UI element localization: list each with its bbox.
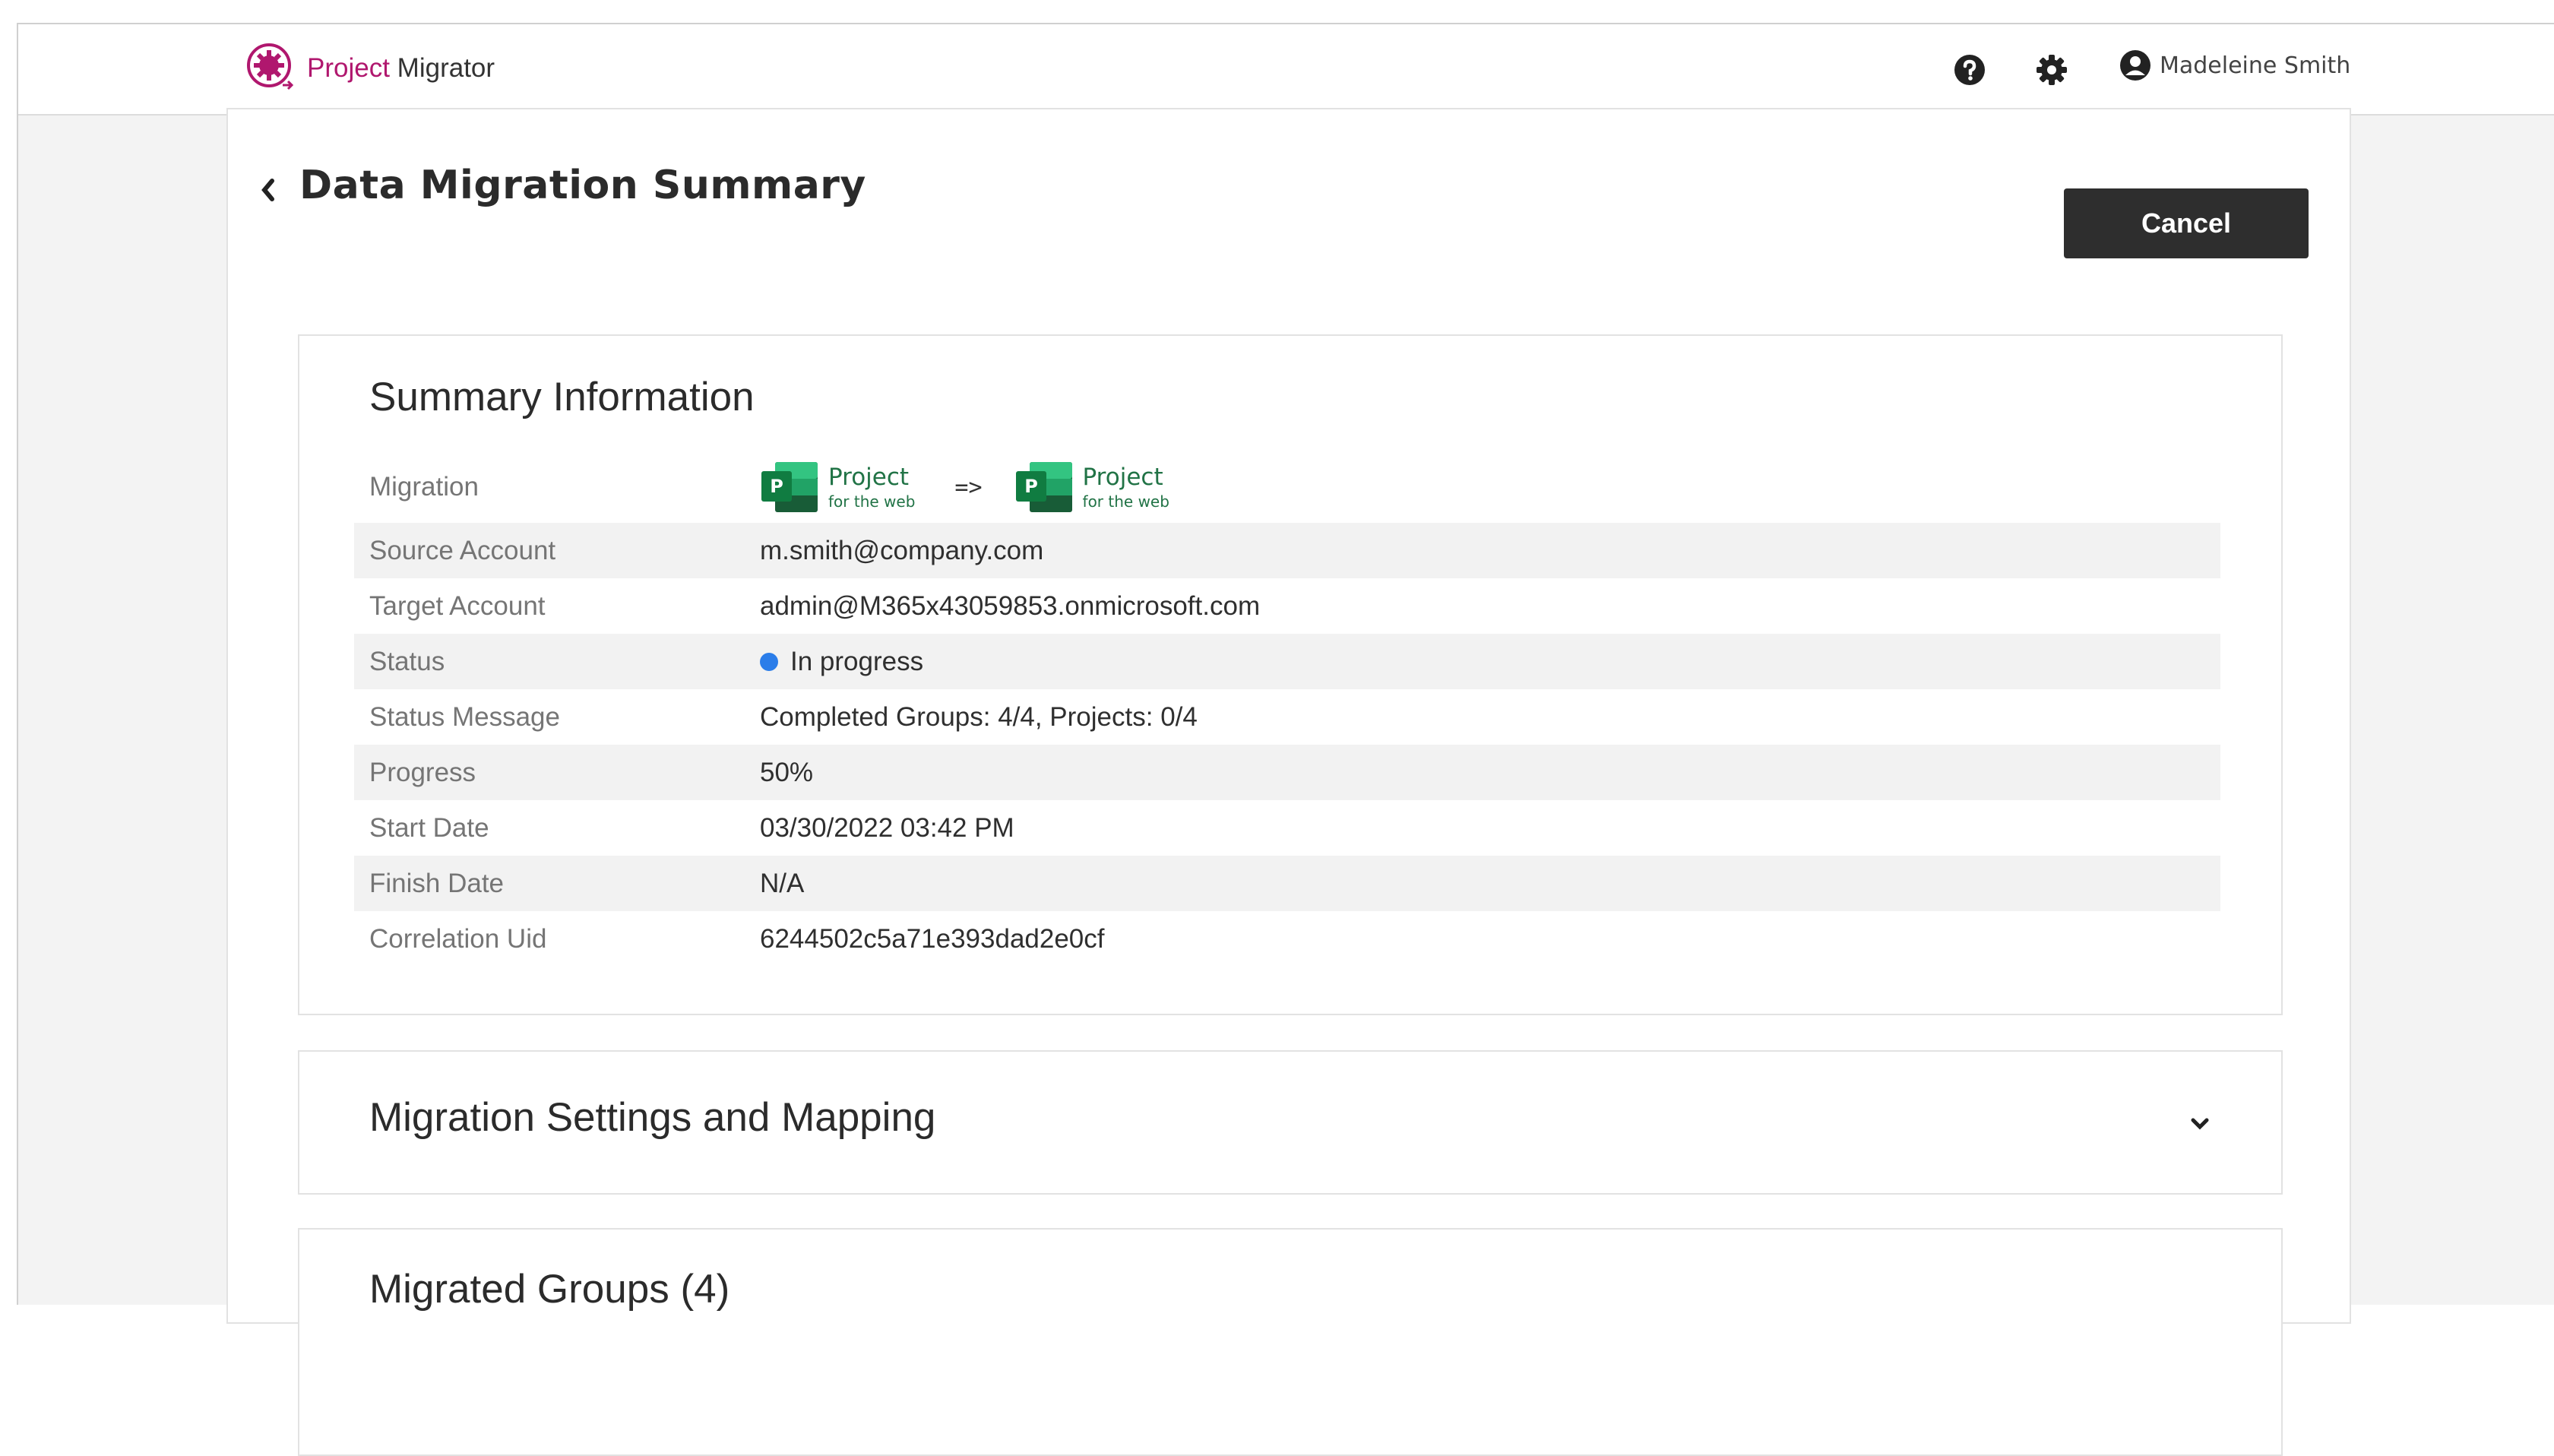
row-label: Source Account xyxy=(369,535,556,565)
row-value: 6244502c5a71e393dad2e0cf xyxy=(760,923,1105,954)
brand-project: Project xyxy=(307,53,390,83)
row-label: Status xyxy=(369,646,445,676)
user-menu[interactable]: Madeleine Smith xyxy=(2119,49,2350,82)
project-logo-icon: P xyxy=(1015,462,1072,512)
svg-text:P: P xyxy=(1024,476,1038,497)
start-date-row: Start Date 03/30/2022 03:42 PM xyxy=(354,800,2220,856)
target-product-name: Project xyxy=(1082,463,1163,491)
brand-migrator: Migrator xyxy=(397,53,495,83)
status-text: In progress xyxy=(790,646,924,676)
cancel-button[interactable]: Cancel xyxy=(2064,188,2309,258)
migration-arrow: => xyxy=(954,473,983,501)
finish-date-row: Finish Date N/A xyxy=(354,856,2220,911)
summary-title: Summary Information xyxy=(369,375,755,419)
chevron-down-icon[interactable] xyxy=(2188,1114,2211,1132)
row-label: Progress xyxy=(369,757,476,787)
page-title: Data Migration Summary xyxy=(299,163,866,208)
source-product-name: Project xyxy=(828,463,910,491)
migrator-logo-icon xyxy=(247,43,294,90)
summary-panel: Summary Information Migration P Project … xyxy=(298,334,2283,1015)
top-bar: Project Migrator Madeleine Smith xyxy=(18,24,2554,116)
status-row: Status In progress xyxy=(354,634,2220,689)
row-value: 50% xyxy=(760,757,814,787)
target-product: P Project for the web xyxy=(1014,459,1169,515)
help-icon[interactable] xyxy=(1951,52,1988,88)
row-value: Completed Groups: 4/4, Projects: 0/4 xyxy=(760,701,1198,732)
row-label: Start Date xyxy=(369,812,489,843)
row-label: Target Account xyxy=(369,590,546,621)
row-label: Migration xyxy=(369,472,479,502)
project-logo-icon: P xyxy=(761,462,818,512)
chevron-left-icon[interactable] xyxy=(258,175,277,205)
app-brand: Project Migrator xyxy=(307,49,495,88)
svg-text:P: P xyxy=(770,476,783,497)
status-dot-icon xyxy=(760,652,778,671)
user-circle-icon xyxy=(2120,50,2150,81)
row-value: N/A xyxy=(760,868,805,898)
row-value: 03/30/2022 03:42 PM xyxy=(760,812,1014,843)
settings-panel[interactable]: Migration Settings and Mapping xyxy=(298,1050,2283,1195)
user-name: Madeleine Smith xyxy=(2160,52,2351,79)
main-card: Data Migration Summary Cancel Summary In… xyxy=(226,108,2351,1456)
row-label: Correlation Uid xyxy=(369,923,547,954)
source-account-row: Source Account m.smith@company.com xyxy=(354,523,2220,578)
row-value: m.smith@company.com xyxy=(760,535,1044,565)
row-value: admin@M365x43059853.onmicrosoft.com xyxy=(760,590,1261,621)
source-product: P Project for the web xyxy=(760,459,915,515)
migration-products: P Project for the web => P Project for t… xyxy=(760,459,1169,515)
migration-row: Migration P Project for the web => P Pro… xyxy=(354,451,2220,523)
row-label: Status Message xyxy=(369,701,560,732)
target-product-sub: for the web xyxy=(1082,492,1169,511)
gear-icon[interactable] xyxy=(2033,52,2070,88)
groups-panel[interactable]: Migrated Groups (4) xyxy=(298,1228,2283,1456)
groups-title: Migrated Groups (4) xyxy=(369,1267,730,1312)
status-message-row: Status Message Completed Groups: 4/4, Pr… xyxy=(354,689,2220,745)
row-label: Finish Date xyxy=(369,868,505,898)
source-product-sub: for the web xyxy=(828,492,916,511)
correlation-uid-row: Correlation Uid 6244502c5a71e393dad2e0cf xyxy=(354,911,2220,967)
summary-table: Migration P Project for the web => P Pro… xyxy=(354,451,2220,967)
settings-title: Migration Settings and Mapping xyxy=(369,1095,936,1140)
progress-row: Progress 50% xyxy=(354,745,2220,800)
target-account-row: Target Account admin@M365x43059853.onmic… xyxy=(354,578,2220,634)
status-value: In progress xyxy=(760,647,923,677)
